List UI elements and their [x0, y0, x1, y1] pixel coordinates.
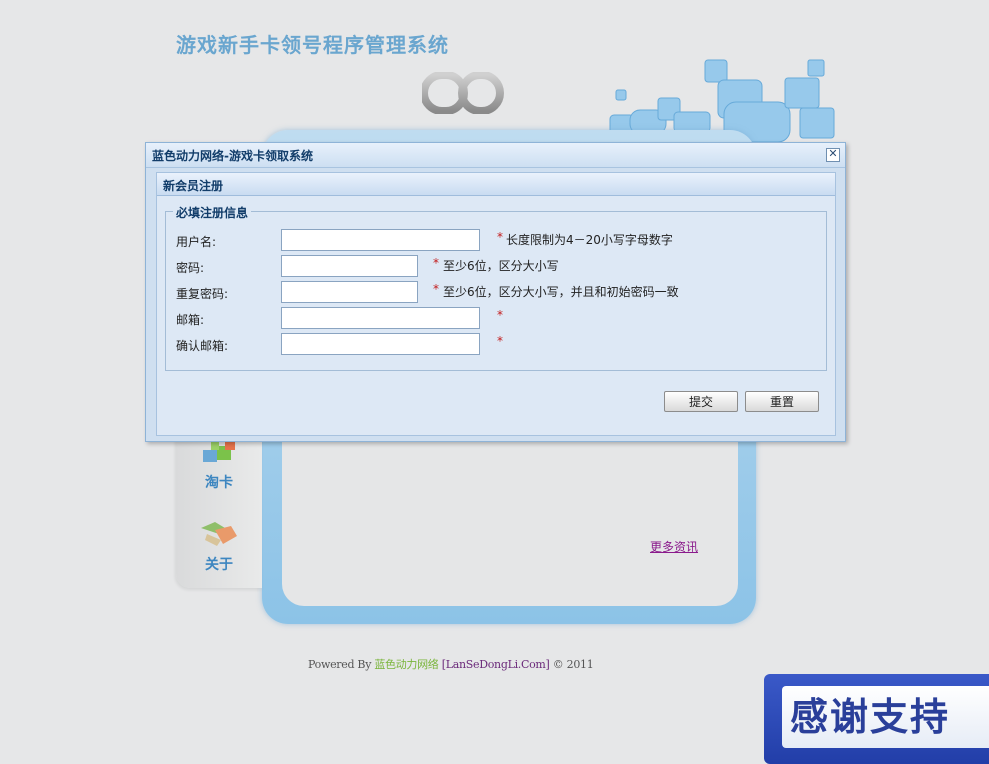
- confirm-email-label: 确认邮箱:: [176, 339, 229, 353]
- section-header: 新会员注册: [157, 173, 835, 196]
- repeat-password-hint: 至少6位，区分大小写，并且和初始密码一致: [443, 285, 679, 299]
- repeat-password-input[interactable]: [281, 281, 418, 303]
- handshake-icon: [201, 522, 237, 546]
- footer-powered-by: Powered By: [308, 658, 372, 671]
- dialog-body: 新会员注册 必填注册信息 用户名: * 长度限制为4－20小写字母数字 密码: …: [156, 172, 836, 436]
- confirm-email-row: 确认邮箱: *: [166, 333, 826, 355]
- thanks-banner-text: 感谢支持: [782, 686, 989, 748]
- reset-button[interactable]: 重置: [745, 391, 819, 412]
- register-dialog: 蓝色动力网络-游戏卡领取系统 ✕ 新会员注册 必填注册信息 用户名: * 长度限…: [145, 142, 846, 442]
- close-icon[interactable]: ✕: [826, 148, 840, 162]
- required-mark: *: [433, 282, 439, 296]
- required-mark: *: [433, 256, 439, 270]
- repeat-password-row: 重复密码: * 至少6位，区分大小写，并且和初始密码一致: [166, 281, 826, 303]
- more-news-link[interactable]: 更多资讯: [650, 538, 698, 555]
- username-row: 用户名: * 长度限制为4－20小写字母数字: [166, 229, 826, 251]
- footer-copyright: © 2011: [552, 658, 594, 671]
- email-input[interactable]: [281, 307, 480, 329]
- sidebar-item-label: 关于: [205, 557, 233, 573]
- email-row: 邮箱: *: [166, 307, 826, 329]
- sidebar-item-about[interactable]: 关于: [176, 516, 262, 574]
- dialog-titlebar[interactable]: 蓝色动力网络-游戏卡领取系统 ✕: [146, 143, 845, 168]
- required-mark: *: [497, 308, 503, 322]
- password-row: 密码: * 至少6位，区分大小写: [166, 255, 826, 277]
- thanks-banner[interactable]: 感谢支持: [764, 674, 989, 764]
- fieldset-legend: 必填注册信息: [173, 204, 252, 221]
- brand-logo-icon: [422, 72, 504, 114]
- dialog-title: 蓝色动力网络-游戏卡领取系统: [152, 149, 313, 163]
- required-mark: *: [497, 230, 503, 244]
- repeat-password-label: 重复密码:: [176, 287, 229, 301]
- sidebar-item-taoka[interactable]: 淘卡: [176, 436, 262, 492]
- footer-site-link[interactable]: [LanSeDongLi.Com]: [442, 658, 550, 671]
- sidebar-item-label: 淘卡: [205, 475, 233, 491]
- footer-company-link[interactable]: 蓝色动力网络: [374, 658, 439, 671]
- password-hint: 至少6位，区分大小写: [443, 259, 559, 273]
- site-title: 游戏新手卡领号程序管理系统: [176, 33, 449, 57]
- footer: Powered By 蓝色动力网络 [LanSeDongLi.Com] © 20…: [308, 656, 594, 672]
- password-input[interactable]: [281, 255, 418, 277]
- section-title: 新会员注册: [163, 179, 224, 193]
- username-input[interactable]: [281, 229, 480, 251]
- required-info-fieldset: 必填注册信息 用户名: * 长度限制为4－20小写字母数字 密码: * 至少6位…: [165, 204, 827, 371]
- confirm-email-input[interactable]: [281, 333, 480, 355]
- email-label: 邮箱:: [176, 313, 205, 327]
- username-hint: 长度限制为4－20小写字母数字: [506, 233, 673, 247]
- password-label: 密码:: [176, 261, 205, 275]
- username-label: 用户名:: [176, 235, 217, 249]
- required-mark: *: [497, 334, 503, 348]
- submit-button[interactable]: 提交: [664, 391, 738, 412]
- sidebar: 淘卡 关于: [176, 420, 262, 588]
